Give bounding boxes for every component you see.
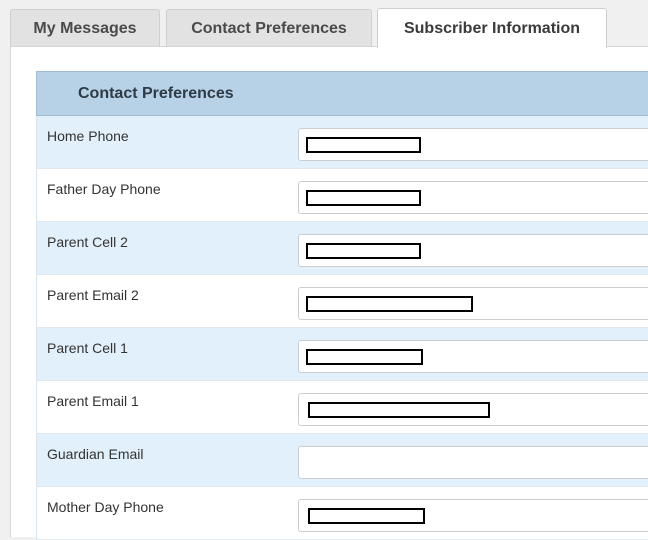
mother-day-phone-input[interactable] (298, 499, 648, 532)
row-parent-email-1: Parent Email 1 (36, 381, 648, 434)
row-home-phone: Home Phone (36, 116, 648, 169)
redaction-box (306, 296, 473, 312)
row-father-day-phone: Father Day Phone (36, 169, 648, 222)
father-day-phone-label: Father Day Phone (47, 181, 161, 197)
parent-cell-1-label: Parent Cell 1 (47, 340, 128, 356)
parent-cell-2-input[interactable] (298, 234, 648, 267)
tab-contact-preferences[interactable]: Contact Preferences (166, 9, 372, 47)
form-header: Contact Preferences (36, 71, 648, 116)
father-day-phone-input[interactable] (298, 181, 648, 214)
guardian-email-label: Guardian Email (47, 446, 144, 462)
row-parent-cell-2: Parent Cell 2 (36, 222, 648, 275)
home-phone-label: Home Phone (47, 128, 129, 144)
guardian-email-input[interactable] (298, 446, 648, 479)
home-phone-input[interactable] (298, 128, 648, 161)
redaction-box (306, 190, 421, 206)
row-parent-cell-1: Parent Cell 1 (36, 328, 648, 381)
row-parent-email-2: Parent Email 2 (36, 275, 648, 328)
parent-email-2-label: Parent Email 2 (47, 287, 139, 303)
row-guardian-email: Guardian Email (36, 434, 648, 487)
tab-bar: My Messages Contact Preferences Subscrib… (0, 0, 648, 48)
redaction-box (306, 243, 421, 259)
redaction-box (306, 349, 423, 365)
tab-subscriber-information[interactable]: Subscriber Information (377, 8, 607, 48)
contact-preferences-form: Contact Preferences Home Phone Father Da… (36, 71, 648, 540)
redaction-box (308, 402, 490, 418)
mother-day-phone-label: Mother Day Phone (47, 499, 164, 515)
parent-email-2-input[interactable] (298, 287, 648, 320)
redaction-box (306, 137, 421, 153)
redaction-box (308, 508, 425, 524)
parent-email-1-input[interactable] (298, 393, 648, 426)
parent-email-1-label: Parent Email 1 (47, 393, 139, 409)
parent-cell-1-input[interactable] (298, 340, 648, 373)
tab-panel: Contact Preferences Home Phone Father Da… (10, 46, 648, 540)
tab-my-messages[interactable]: My Messages (10, 9, 160, 47)
row-mother-day-phone: Mother Day Phone (36, 487, 648, 540)
parent-cell-2-label: Parent Cell 2 (47, 234, 128, 250)
